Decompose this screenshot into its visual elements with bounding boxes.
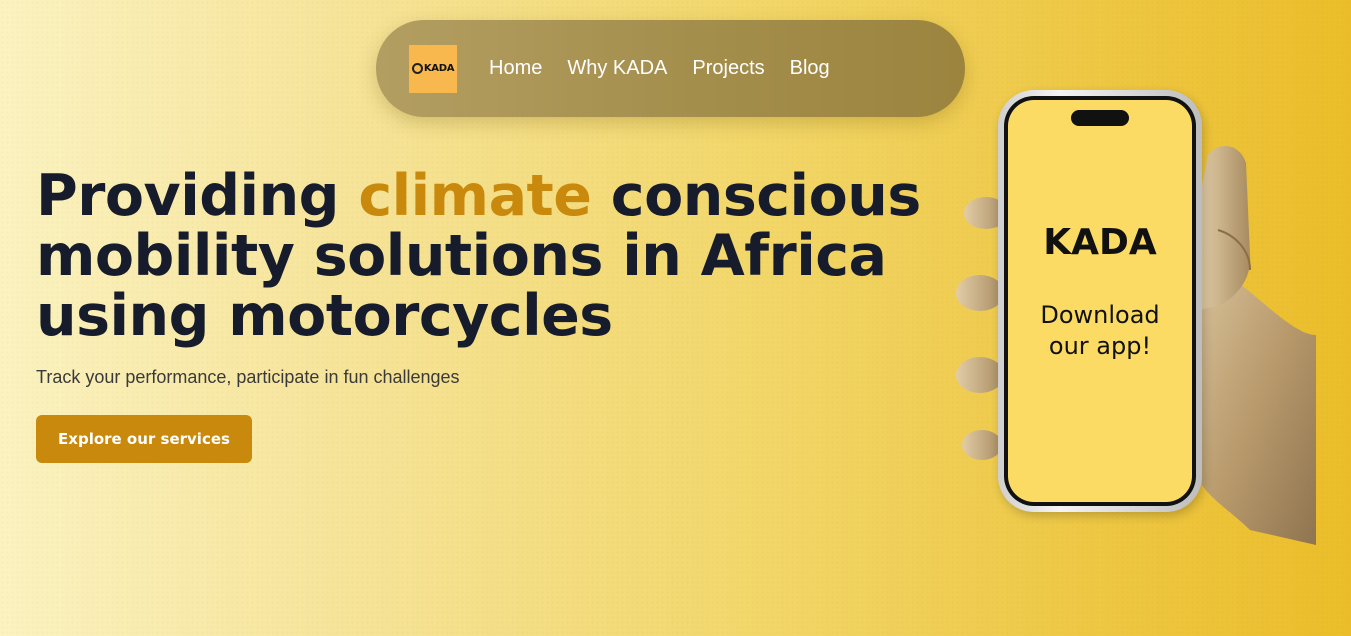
explore-services-button[interactable]: Explore our services: [36, 415, 252, 463]
headline-accent-word: climate: [358, 163, 592, 229]
phone-bezel: KADA Download our app!: [1004, 96, 1196, 506]
dynamic-island: [1071, 110, 1129, 126]
logo-text: KADA: [423, 63, 455, 74]
phone-screen[interactable]: KADA Download our app!: [1008, 100, 1192, 502]
top-navigation: KADA Home Why KADA Projects Blog: [376, 20, 965, 117]
smartphone-mockup: KADA Download our app!: [998, 90, 1202, 512]
hero-headline: Providing climate conscious mobility sol…: [36, 166, 956, 346]
app-name: KADA: [1043, 222, 1157, 263]
nav-link-projects[interactable]: Projects: [692, 57, 764, 80]
kada-logo[interactable]: KADA: [409, 44, 457, 93]
hero-subtitle: Track your performance, participate in f…: [36, 367, 460, 387]
wheel-icon: [411, 63, 423, 74]
nav-link-blog[interactable]: Blog: [790, 57, 830, 80]
download-app-text: Download our app!: [1040, 301, 1160, 360]
nav-link-home[interactable]: Home: [489, 57, 542, 80]
nav-link-why-kada[interactable]: Why KADA: [567, 57, 667, 80]
headline-lead: Providing: [36, 163, 359, 229]
